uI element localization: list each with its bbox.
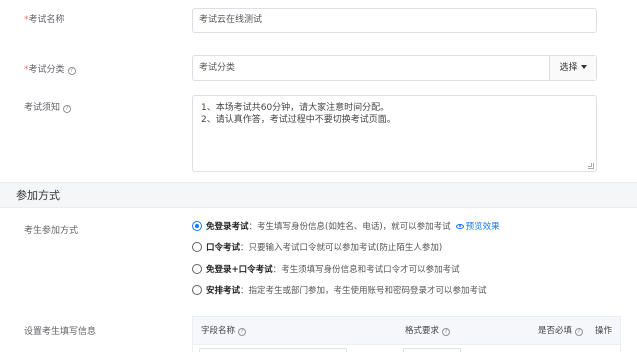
section-header: 参加方式 xyxy=(0,182,637,208)
question-circle-icon: ? xyxy=(442,328,451,336)
resize-handle[interactable] xyxy=(588,163,594,169)
exam-category-select[interactable]: 考试分类 选择 xyxy=(192,55,597,81)
question-circle-icon: ? xyxy=(575,328,584,336)
exam-name-input[interactable]: 考试云在线测试 xyxy=(192,8,597,33)
preview-link[interactable]: 预览效果 xyxy=(455,220,500,232)
option-desc: ：考生填写身份信息(如姓名、电话)，就可以参加考试 xyxy=(248,222,451,232)
column-header: 字段名称? xyxy=(201,317,247,345)
join-option-arranged[interactable]: 安排考试 ：指定考生或部门参加，考生使用账号和密码登录才可以参加考试 xyxy=(192,284,487,296)
field-name-input[interactable] xyxy=(199,348,347,352)
exam-notice-textarea[interactable]: 1、本场考试共60分钟，请大家注意时间分配。 2、请认真作答，考试过程中不要切换… xyxy=(192,95,597,172)
option-desc: ：考生须填写身份信息和考试口令才可以参加考试 xyxy=(272,265,460,275)
category-select-button[interactable]: 选择 xyxy=(549,56,596,80)
question-circle-icon: ? xyxy=(63,105,72,113)
column-header: 格式要求? xyxy=(405,317,451,345)
column-header: 操作 xyxy=(595,326,613,336)
option-desc: ：只要输入考试口令就可以参加考试(防止陌生人参加) xyxy=(240,243,443,253)
eye-icon xyxy=(455,223,464,229)
option-name: 免登录+口令考试 xyxy=(206,265,273,275)
option-desc: ：指定考生或部门参加，考生使用账号和密码登录才可以参加考试 xyxy=(240,286,487,296)
option-name: 安排考试 xyxy=(206,286,241,296)
radio-button[interactable] xyxy=(192,264,202,274)
section-title: 参加方式 xyxy=(16,189,60,202)
option-name: 口令考试 xyxy=(206,243,241,253)
option-name: 免登录考试 xyxy=(206,222,249,232)
exam-category-label: *考试分类? xyxy=(24,62,76,75)
candidate-info-table: 字段名称? 格式要求? 是否必填? 操作 xyxy=(192,316,621,352)
exam-name-label: *考试名称 xyxy=(24,15,65,25)
table-header: 字段名称? 格式要求? 是否必填? 操作 xyxy=(193,317,620,345)
caret-down-icon xyxy=(580,65,587,69)
join-option-no-login[interactable]: 免登录考试 ：考生填写身份信息(如姓名、电话)，就可以参加考试 预览效果 xyxy=(192,220,500,232)
join-option-password[interactable]: 口令考试 ：只要输入考试口令就可以参加考试(防止陌生人参加) xyxy=(192,241,442,253)
notice-line: 1、本场考试共60分钟，请大家注意时间分配。 xyxy=(201,103,390,113)
preview-label: 预览效果 xyxy=(465,222,500,232)
column-header: 是否必填? xyxy=(538,317,584,345)
radio-button[interactable] xyxy=(192,285,202,295)
question-circle-icon: ? xyxy=(238,328,247,336)
format-select[interactable] xyxy=(403,348,461,352)
question-circle-icon: ? xyxy=(67,67,76,75)
select-button-label: 选择 xyxy=(559,63,578,73)
radio-button[interactable] xyxy=(192,221,202,231)
exam-notice-label: 考试须知? xyxy=(24,100,72,113)
join-option-no-login-password[interactable]: 免登录+口令考试 ：考生须填写身份信息和考试口令才可以参加考试 xyxy=(192,263,460,275)
radio-button[interactable] xyxy=(192,242,202,252)
notice-line: 2、请认真作答，考试过程中不要切换考试页面。 xyxy=(201,115,396,125)
join-method-label: 考生参加方式 xyxy=(24,226,79,236)
candidate-info-label: 设置考生填写信息 xyxy=(24,327,97,337)
exam-category-value: 考试分类 xyxy=(199,63,236,73)
